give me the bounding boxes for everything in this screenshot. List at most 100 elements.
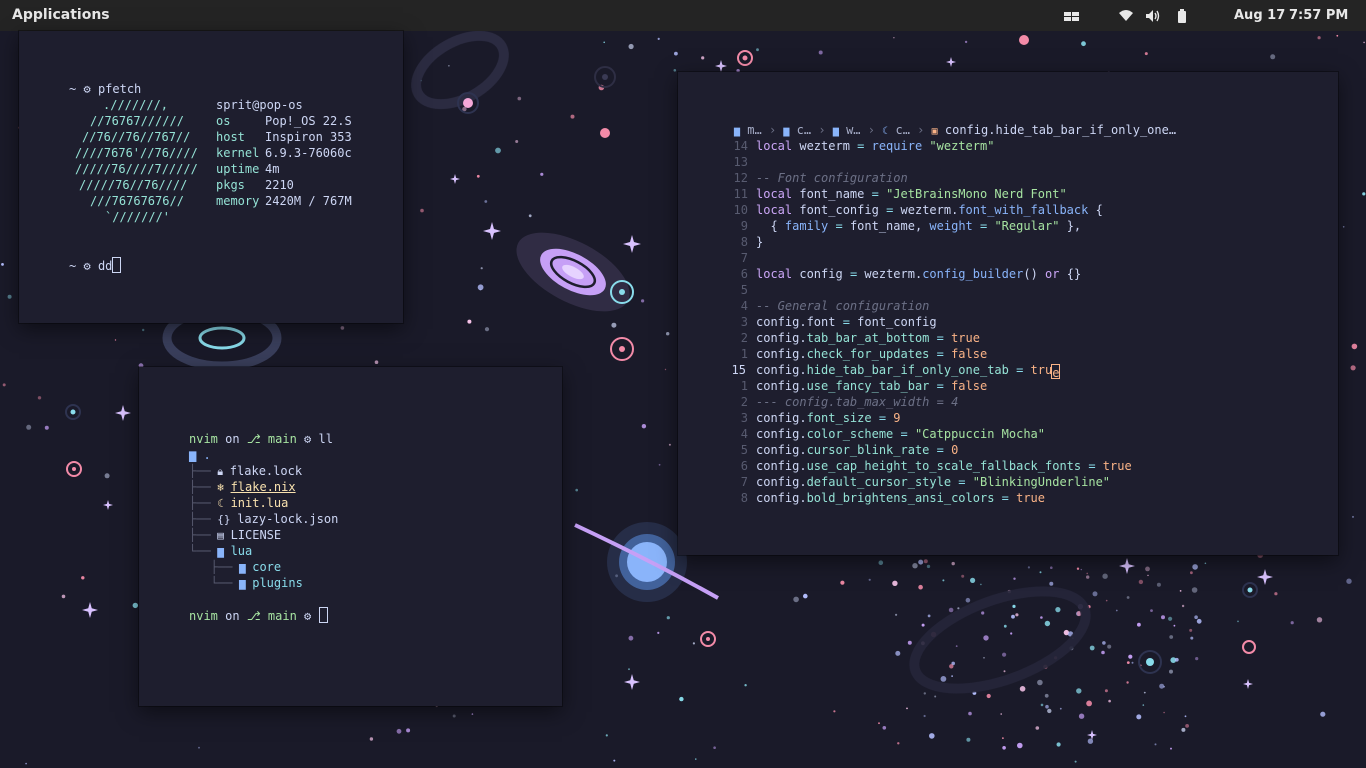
folder-icon: ▆ [189,448,197,462]
logo-line: /////76////7///// [75,162,198,176]
logo-line: //76767////// [90,114,184,128]
shell-prompt: nvim on ⎇ main ⚙ ll [189,432,333,446]
code-line[interactable]: config.color_scheme = "Catppuccin Mocha" [756,426,1045,442]
gear-icon: ⚙ [83,82,91,96]
tree-item[interactable]: ├── ❄ flake.nix [189,479,296,496]
neovim-editor-window[interactable]: ▆ m… › ▆ c… › ▆ w… › ☾ c… › ▣ config.hid… [678,72,1338,555]
line-number: 8 [740,235,748,249]
line-number: 11 [733,187,748,201]
tree-item[interactable]: └── ▆ lua [189,543,252,560]
logo-line: //76//76//767// [82,130,191,144]
line-number: 10 [733,203,748,217]
line-number: 2 [740,395,748,409]
tree-branch: ├── [189,464,211,478]
tree-item[interactable]: ├── {} lazy-lock.json [189,511,338,528]
applications-button[interactable]: Applications [12,7,110,23]
tree-item[interactable]: ├── ▤ LICENSE [189,527,281,544]
code-line[interactable]: -- General configuration [756,298,929,314]
top-panel: Applications Aug 17 7:57 PM [0,0,1366,31]
logo-line: ////7676'//76//// [75,146,198,160]
gear-icon: ⚙ [304,432,312,446]
tree-item[interactable]: ├── ▆ core [189,559,281,576]
code-line[interactable]: local font_config = wezterm.font_with_fa… [756,202,1103,218]
chevron-right-icon: › [860,123,883,137]
json-icon: {} [210,513,238,526]
info-key: host [216,130,245,144]
wifi-icon[interactable] [1118,7,1134,25]
tree-item-name: plugins [252,576,303,590]
workspaces-icon[interactable] [1063,7,1080,25]
logo-line: .///////, [103,98,169,112]
code-line[interactable]: { family = font_name, weight = "Regular"… [756,218,1081,234]
folder-icon: ▆ [232,561,253,574]
line-number: 14 [733,139,748,153]
tree-branch: └── [189,544,211,558]
tree-item[interactable]: ├── ☾ init.lua [189,495,288,512]
license-icon: ▤ [210,529,231,542]
folder-icon: ▆ [210,545,231,558]
code-line[interactable]: } [756,234,763,250]
lock-icon: 🔒︎ [210,465,230,478]
git-branch-icon: ⎇ [246,609,261,623]
code-line[interactable]: config.bold_brightens_ansi_colors = true [756,490,1045,506]
tree-item-name: flake.lock [229,464,303,478]
chevron-right-icon: › [811,123,833,137]
code-line[interactable]: config.font_size = 9 [756,410,901,426]
line-number: 1 [740,347,748,361]
line-number: 7 [740,475,748,489]
info-value: Pop!_OS 22.S [265,114,352,128]
code-line[interactable]: local wezterm = require "wezterm" [756,138,994,154]
logo-line: ///76767676// [90,194,184,208]
code-line[interactable]: config.font = font_config [756,314,937,330]
chevron-right-icon: › [761,123,784,137]
code-line[interactable]: config.cursor_blink_rate = 0 [756,442,958,458]
terminal-cursor [112,257,122,273]
folder-icon: ▆ [232,577,253,590]
pfetch-terminal-window[interactable]: ~ ⚙ pfetch .///////, //76767////// //76//7… [19,31,403,323]
battery-icon[interactable] [1176,7,1188,25]
tree-item-name: lua [230,544,253,558]
editor-cursor: e [1051,364,1061,380]
volume-icon[interactable] [1145,7,1162,25]
code-line[interactable]: config.hide_tab_bar_if_only_one_tab = tr… [756,362,1061,380]
info-value: 6.9.3-76060c [265,146,352,160]
shell-prompt-2: nvim on ⎇ main ⚙ [189,607,328,624]
breadcrumb-segment: m… [740,123,762,137]
code-line[interactable]: config.default_cursor_style = "BlinkingU… [756,474,1110,490]
line-number: 13 [733,155,748,169]
breadcrumb-segment: c… [888,123,910,137]
tree-root: ▆ . [189,448,211,462]
tree-item[interactable]: └── ▆ plugins [189,575,303,592]
code-line[interactable]: local config = wezterm.config_builder() … [756,266,1081,282]
breadcrumb-segment: w… [838,123,861,137]
line-number: 6 [740,267,748,281]
prompt-line-1: ~ ⚙ pfetch [69,82,142,96]
line-number: 4 [740,427,748,441]
info-value: Inspiron 353 [265,130,352,144]
code-line[interactable]: config.use_cap_height_to_scale_fallback_… [756,458,1132,474]
nix-icon: ❄ [210,481,231,494]
clock-date[interactable]: Aug 17 [1234,8,1285,23]
code-line[interactable]: config.use_fancy_tab_bar = false [756,378,987,394]
tree-branch: ├── [189,528,211,542]
lua-icon: ☾ [210,497,231,510]
tree-branch: ├── [189,560,233,574]
code-line[interactable]: local font_name = "JetBrainsMono Nerd Fo… [756,186,1067,202]
git-branch-icon: ⎇ [246,432,261,446]
info-key: os [216,114,231,128]
clock-time[interactable]: 7:57 PM [1289,8,1348,23]
file-tree-terminal-window[interactable]: nvim on ⎇ main ⚙ ll ▆ . ├── 🔒︎ flake.loc… [139,367,562,706]
tree-item-name: core [252,560,282,574]
code-line[interactable]: --- config.tab_max_width = 4 [756,394,958,410]
code-line[interactable]: -- Font configuration [756,170,908,186]
tree-branch: ├── [189,512,211,526]
code-line[interactable]: config.check_for_updates = false [756,346,987,362]
line-number: 12 [733,171,748,185]
gear-icon: ⚙ [304,609,312,623]
tree-item-name: init.lua [230,496,289,510]
code-line[interactable]: config.tab_bar_at_bottom = true [756,330,980,346]
tree-item[interactable]: ├── 🔒︎ flake.lock [189,463,302,480]
info-key: kernel [216,146,260,160]
tree-item-name: lazy-lock.json [237,512,339,526]
info-value: 2210 [265,178,294,192]
